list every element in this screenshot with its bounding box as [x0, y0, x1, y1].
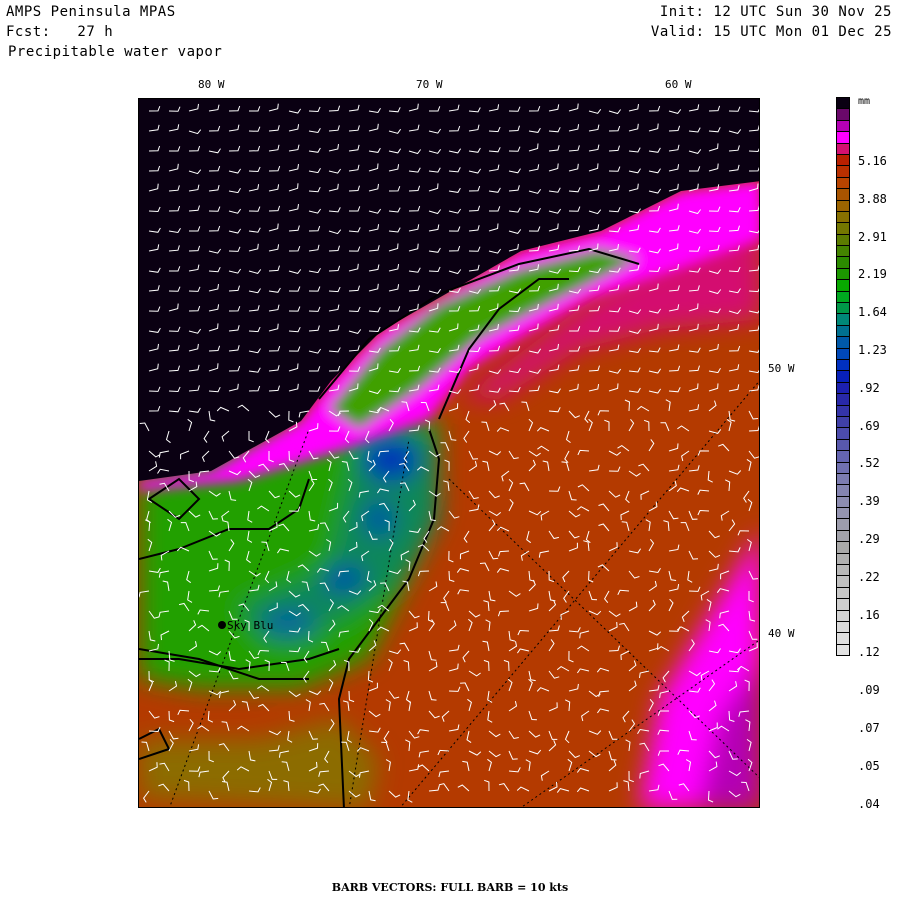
- lon-label-70w: 70 W: [416, 78, 443, 91]
- colorbar-label: 2.19: [858, 267, 887, 282]
- pwv-blue-spot: [363, 437, 419, 481]
- colorbar-label: .29: [858, 532, 880, 546]
- pwv-blue-spot: [364, 501, 394, 537]
- colorbar-label: 5.16: [858, 154, 887, 168]
- lon-label-80w: 80 W: [198, 78, 225, 91]
- colorbar-label: .39: [858, 494, 880, 509]
- model-title: AMPS Peninsula MPAS: [6, 4, 176, 20]
- colorbar-label: 1.64: [858, 305, 887, 320]
- colorbar-label: .04: [858, 796, 880, 811]
- colorbar-label: 2.91: [858, 229, 887, 244]
- valid-time: Valid: 15 UTC Mon 01 Dec 25: [650, 24, 892, 40]
- pwv-map: Sky Blu: [138, 98, 760, 808]
- colorbar-label: 3.88: [858, 191, 887, 206]
- colorbar-swatch: [836, 643, 850, 657]
- colorbar-label: .92: [858, 380, 880, 395]
- colorbar-label: .52: [858, 456, 880, 471]
- colorbar-label: .05: [858, 758, 880, 773]
- forecast-hour: Fcst: 27 h: [6, 24, 114, 40]
- colorbar-label: .09: [858, 683, 880, 698]
- colorbar-label: 1.23: [858, 343, 887, 357]
- lat-label-40w: 40 W: [768, 627, 795, 640]
- lat-label-50w: 50 W: [768, 362, 795, 375]
- lon-label-60w: 60 W: [665, 78, 692, 91]
- colorbar-label: .22: [858, 569, 880, 584]
- field-title: Precipitable water vapor: [8, 44, 223, 60]
- colorbar-label: .69: [858, 418, 880, 433]
- pwv-blue-spot: [322, 565, 366, 593]
- colorbar-label: .16: [858, 607, 880, 622]
- station-label-sky-blu: Sky Blu: [227, 619, 273, 632]
- colorbar-units: mm: [858, 96, 871, 107]
- barb-legend: BARB VECTORS: FULL BARB = 10 kts: [331, 881, 569, 894]
- colorbar: [836, 97, 850, 657]
- colorbar-label: .07: [858, 721, 880, 735]
- colorbar-label: .12: [858, 645, 880, 660]
- init-time: Init: 12 UTC Sun 30 Nov 25: [659, 4, 892, 20]
- station-marker-sky-blu[interactable]: [218, 621, 226, 629]
